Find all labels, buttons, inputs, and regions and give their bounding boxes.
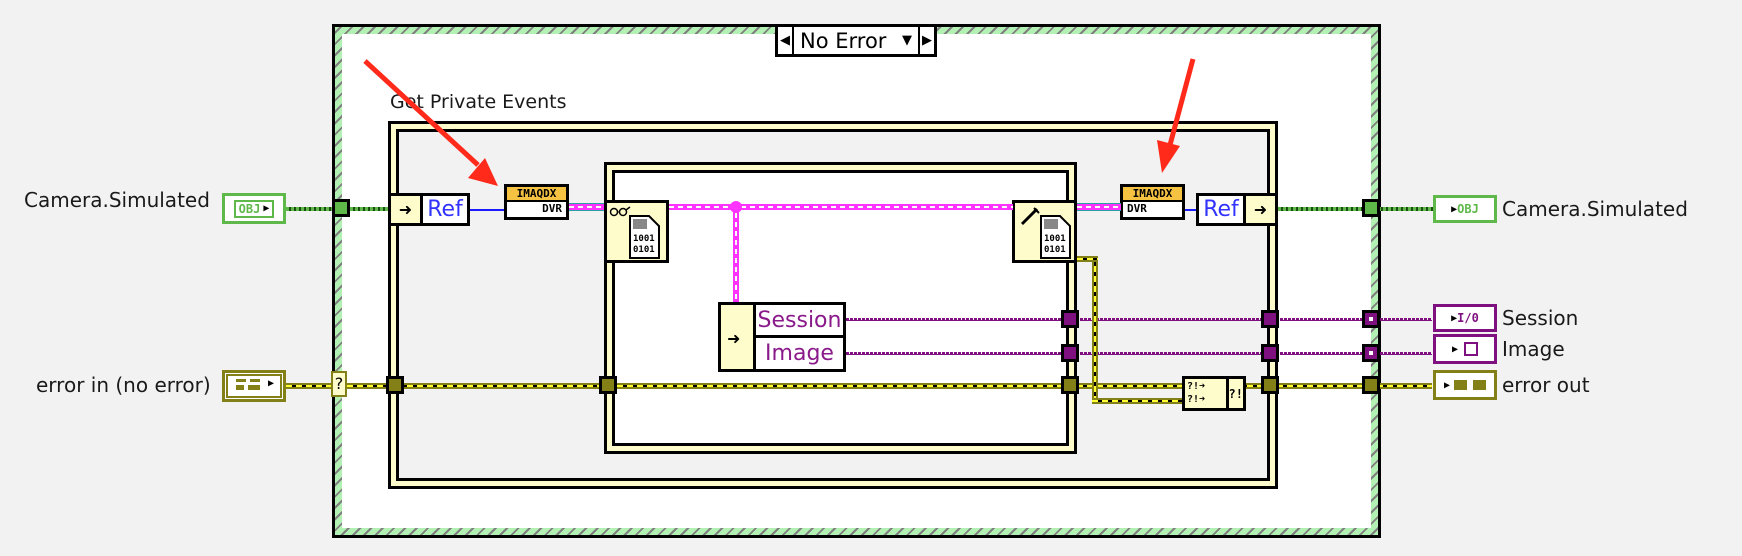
annotation-arrow-right — [1157, 58, 1196, 173]
annotation-arrow-left — [363, 59, 498, 186]
annotation-layer — [363, 58, 1196, 186]
